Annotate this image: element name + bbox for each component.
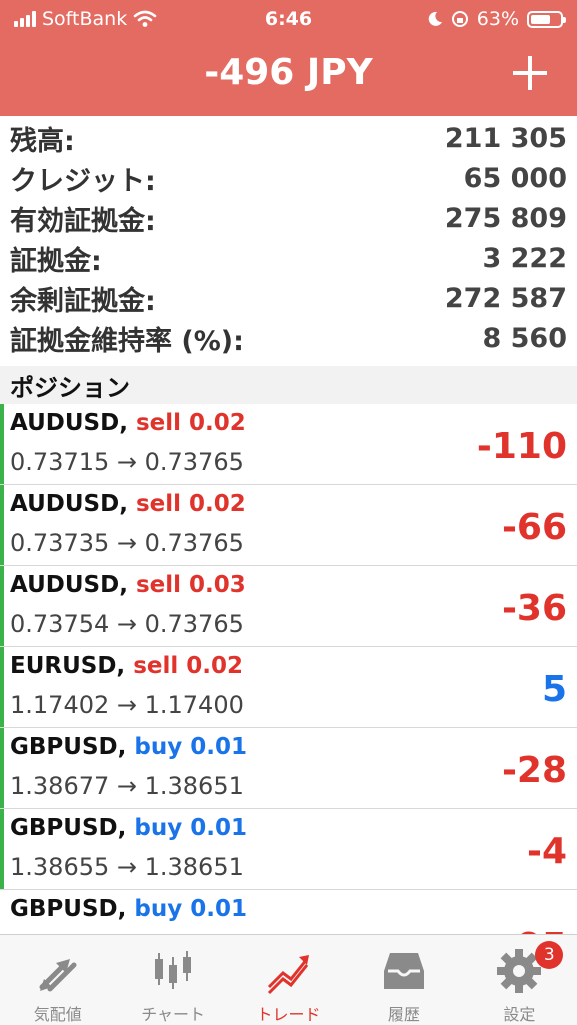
trade-chart-icon <box>267 955 309 995</box>
position-row[interactable]: AUDUSD, sell 0.03 0.73754 → 0.73765 -36 <box>0 566 577 647</box>
battery-icon <box>527 10 566 28</box>
summary-row-margin-level: 証拠金維持率 (%): 8 560 <box>0 318 577 358</box>
positions-section-header: ポジション <box>0 366 577 404</box>
summary-label: 余剰証拠金: <box>10 285 156 317</box>
tab-label: 気配値 <box>33 1005 82 1024</box>
position-prices: 0.73735 → 0.73765 <box>10 529 244 557</box>
position-symbol: AUDUSD, <box>10 572 128 598</box>
position-profit: -110 <box>476 426 567 467</box>
position-profit: -36 <box>501 588 567 629</box>
position-row[interactable]: GBPUSD, buy 0.01 1.38655 → 1.38651 -4 <box>0 809 577 890</box>
tab-label: 設定 <box>503 1005 536 1024</box>
new-order-button[interactable] <box>513 56 547 90</box>
position-side: buy 0.01 <box>134 896 247 922</box>
positions-list: AUDUSD, sell 0.02 0.73715 → 0.73765 -110… <box>0 404 577 934</box>
summary-value: 211 305 <box>444 122 567 154</box>
position-side: buy 0.01 <box>134 815 247 841</box>
notification-badge: 3 <box>535 941 564 969</box>
position-prices: 0.73715 → 0.73765 <box>10 448 244 476</box>
top-bar: SoftBank 6:46 63% -496 JPY <box>0 0 577 116</box>
summary-label: クレジット: <box>10 165 156 197</box>
summary-value: 65 000 <box>463 162 567 194</box>
summary-label: 残高: <box>10 125 75 157</box>
position-symbol: GBPUSD, <box>10 815 127 841</box>
position-indicator <box>0 485 4 565</box>
tab-label: チャート <box>141 1005 206 1024</box>
summary-value: 8 560 <box>482 322 567 354</box>
status-bar: SoftBank 6:46 63% <box>0 0 577 38</box>
position-symbol: AUDUSD, <box>10 410 128 436</box>
summary-value: 272 587 <box>444 282 567 314</box>
tab-chart[interactable]: チャート <box>115 935 230 1025</box>
position-row[interactable]: GBPUSD, buy 0.01 1.38677 → 1.38651 -28 <box>0 728 577 809</box>
candlestick-icon <box>155 951 192 989</box>
tab-history[interactable]: 履歴 <box>346 935 461 1025</box>
summary-label: 証拠金維持率 (%): <box>10 325 244 357</box>
position-side: sell 0.02 <box>135 491 246 517</box>
position-profit: 5 <box>541 669 567 710</box>
position-indicator <box>0 809 4 889</box>
position-side: buy 0.01 <box>134 734 247 760</box>
position-prices: 0.73754 → 0.73765 <box>10 610 244 638</box>
account-summary: 残高: 211 305 クレジット: 65 000 有効証拠金: 275 809… <box>0 118 577 358</box>
position-indicator <box>0 404 4 484</box>
position-profit: -4 <box>527 831 567 872</box>
position-profit: -95 <box>502 926 567 934</box>
position-symbol: EURUSD, <box>10 653 126 679</box>
summary-row-margin: 証拠金: 3 222 <box>0 238 577 278</box>
summary-row-equity: 有効証拠金: 275 809 <box>0 198 577 238</box>
position-prices: 1.38677 → 1.38651 <box>10 772 244 800</box>
summary-row-credit: クレジット: 65 000 <box>0 158 577 198</box>
summary-label: 有効証拠金: <box>10 205 156 237</box>
summary-value: 3 222 <box>482 242 567 274</box>
position-side: sell 0.03 <box>135 572 246 598</box>
position-indicator <box>0 647 4 727</box>
position-row[interactable]: GBPUSD, buy 0.01 -95 <box>0 890 577 934</box>
tab-settings[interactable]: 3 設定 <box>462 935 577 1025</box>
position-side: sell 0.02 <box>135 410 246 436</box>
status-right: 63% <box>427 8 566 30</box>
position-symbol: GBPUSD, <box>10 896 127 922</box>
position-row[interactable]: AUDUSD, sell 0.02 0.73715 → 0.73765 -110 <box>0 404 577 485</box>
tab-quotes[interactable]: 気配値 <box>0 935 115 1025</box>
position-side: sell 0.02 <box>133 653 243 679</box>
summary-label: 証拠金: <box>10 245 102 277</box>
summary-row-balance: 残高: 211 305 <box>0 118 577 158</box>
position-prices: 1.38655 → 1.38651 <box>10 853 244 881</box>
position-profit: -66 <box>501 507 567 548</box>
bottom-tab-bar: 気配値 チャート トレード 履歴 3 設定 <box>0 934 577 1025</box>
position-row[interactable]: AUDUSD, sell 0.02 0.73735 → 0.73765 -66 <box>0 485 577 566</box>
page-title: -496 JPY <box>204 52 373 93</box>
tab-trade[interactable]: トレード <box>231 935 346 1025</box>
battery-percent: 63% <box>476 8 519 30</box>
position-indicator <box>0 728 4 808</box>
orientation-lock-icon <box>451 11 468 27</box>
position-symbol: AUDUSD, <box>10 491 128 517</box>
position-prices: 1.17402 → 1.17400 <box>10 691 244 719</box>
summary-value: 275 809 <box>444 202 567 234</box>
position-symbol: GBPUSD, <box>10 734 127 760</box>
position-row[interactable]: EURUSD, sell 0.02 1.17402 → 1.17400 5 <box>0 647 577 728</box>
tab-label: トレード <box>256 1005 321 1024</box>
quotes-arrows-icon <box>39 959 77 992</box>
position-profit: -28 <box>501 750 567 791</box>
inbox-history-icon <box>383 953 424 989</box>
moon-icon <box>428 11 442 26</box>
summary-row-free-margin: 余剰証拠金: 272 587 <box>0 278 577 318</box>
position-indicator <box>0 566 4 646</box>
tab-label: 履歴 <box>387 1005 420 1024</box>
